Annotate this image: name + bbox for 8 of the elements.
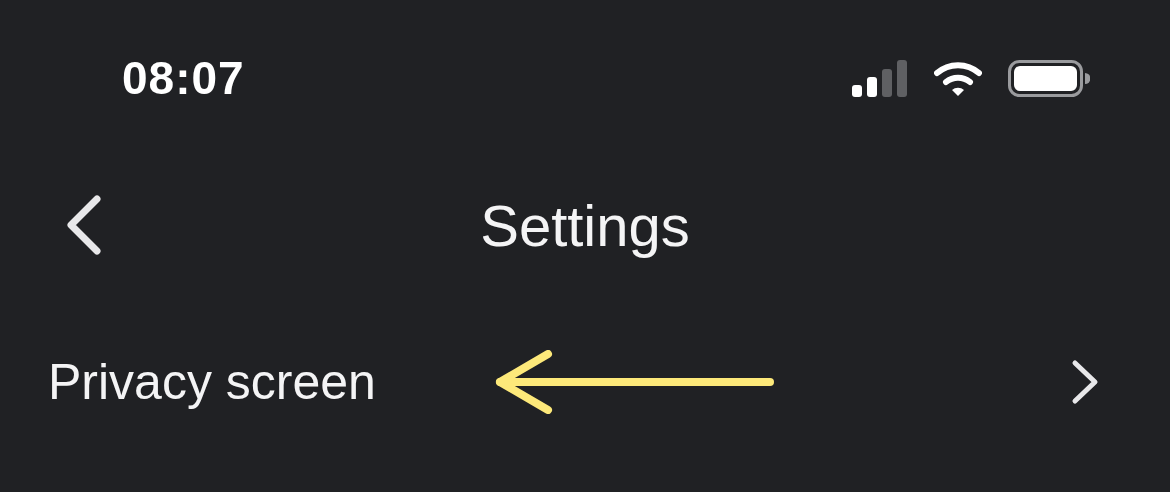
status-time: 08:07 [122, 51, 245, 105]
page-title: Settings [480, 191, 690, 259]
signal-icon [852, 59, 908, 97]
chevron-right-icon [1070, 359, 1100, 405]
wifi-icon [934, 59, 982, 97]
battery-icon [1008, 59, 1090, 97]
settings-row[interactable]: Privacy screen [0, 294, 1170, 470]
annotation-arrow-icon [494, 350, 776, 414]
